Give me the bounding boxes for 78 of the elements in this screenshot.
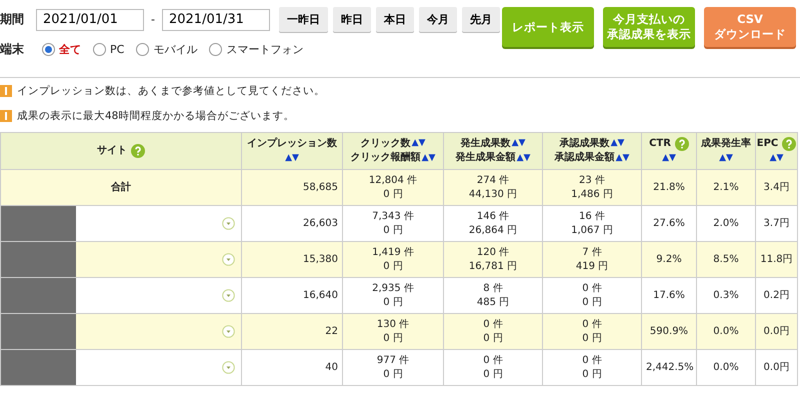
table-cell: 58,685 <box>242 170 342 206</box>
date-preset-button[interactable]: 本日 <box>376 7 414 32</box>
sort-arrows[interactable]: ▲▼ <box>516 152 530 165</box>
total-label: 合計 <box>0 170 242 206</box>
start-date-field[interactable]: 2021/01/01 <box>36 8 144 30</box>
radio-button[interactable] <box>136 43 150 56</box>
sort-arrows[interactable]: ▲▼ <box>422 152 436 165</box>
header-label: クリック報酬額 <box>350 151 421 165</box>
date-preset-button[interactable]: 昨日 <box>332 7 371 32</box>
header-label: 成果発生率 <box>701 137 751 152</box>
header-label: サイト <box>97 144 127 158</box>
radio-button[interactable] <box>42 43 55 56</box>
header-label: 発生成果金額 <box>456 151 516 165</box>
table-cell: 40 <box>242 350 342 386</box>
device-label: 端末 <box>0 41 25 58</box>
table-cell: 0.0円 <box>756 350 798 386</box>
header-label: CTR <box>649 137 671 152</box>
date-preset-button[interactable]: 一昨日 <box>278 7 328 32</box>
table-cell: 21.8% <box>642 170 696 206</box>
table-cell: 15,380 <box>242 242 342 278</box>
header-label: 承認成果数 <box>560 136 610 150</box>
table-cell: 274 件 44,130 円 <box>444 170 542 206</box>
table-cell: 8.5% <box>696 242 756 278</box>
dropdown-icon[interactable] <box>222 253 235 266</box>
sort-arrows[interactable]: ▲▼ <box>770 152 784 165</box>
sort-arrows[interactable]: ▲▼ <box>610 137 624 150</box>
dropdown-icon[interactable] <box>222 361 235 374</box>
header-label: EPC <box>756 137 778 152</box>
sort-arrows[interactable]: ▲▼ <box>719 152 733 165</box>
table-cell: 2.1% <box>696 170 756 206</box>
table-cell: 120 件 16,781 円 <box>444 242 542 278</box>
header-label: 発生成果数 <box>460 136 511 150</box>
radio-button[interactable] <box>209 43 222 56</box>
table-cell: 11.8円 <box>756 242 798 278</box>
date-separator: - <box>151 13 155 26</box>
dropdown-icon[interactable] <box>222 325 235 338</box>
sort-arrows[interactable]: ▲▼ <box>512 137 526 150</box>
notice-text: 成果の表示に最大48時間程度かかる場合がございます。 <box>17 108 294 122</box>
radio-label[interactable]: 全て <box>59 42 81 57</box>
sort-arrows[interactable]: ▲▼ <box>616 152 630 165</box>
sort-arrows[interactable]: ▲▼ <box>412 137 426 150</box>
radio-label[interactable]: モバイル <box>153 42 198 57</box>
help-icon[interactable] <box>131 144 145 158</box>
table-cell: 0 件 0 円 <box>444 314 542 350</box>
table-cell: 130 件 0 円 <box>342 314 444 350</box>
help-icon[interactable] <box>782 137 796 152</box>
table-cell: 977 件 0 円 <box>342 350 444 386</box>
dropdown-icon[interactable] <box>222 217 235 230</box>
table-cell: 0 件 0 円 <box>444 350 542 386</box>
help-icon[interactable] <box>674 137 689 152</box>
notice-text: インプレッション数は、あくまで参考値として見てください。 <box>17 84 325 98</box>
table-cell: 0.0円 <box>756 314 798 350</box>
dropdown-icon[interactable] <box>222 289 235 302</box>
header-label: 承認成果金額 <box>554 151 615 165</box>
table-cell: 7 件 419 円 <box>542 242 642 278</box>
table-cell: 12,804 件 0 円 <box>342 170 444 206</box>
end-date-field[interactable]: 2021/01/31 <box>162 8 270 30</box>
table-cell: 2,442.5% <box>642 350 696 386</box>
radio-label[interactable]: PC <box>110 43 124 56</box>
date-preset-button[interactable]: 先月 <box>462 7 500 32</box>
table-cell: 1,419 件 0 円 <box>342 242 444 278</box>
table-cell: 0.0% <box>696 314 756 350</box>
header-label: インプレッション数 <box>247 137 337 152</box>
table-cell: 0 件 0 円 <box>542 314 642 350</box>
table-cell: 23 件 1,486 円 <box>542 170 642 206</box>
sort-arrows[interactable]: ▲▼ <box>285 152 299 165</box>
table-cell: 3.4円 <box>756 170 798 206</box>
period-label: 期間 <box>0 11 25 28</box>
table-cell: 9.2% <box>642 242 696 278</box>
table-cell: 590.9% <box>642 314 696 350</box>
table-cell: 22 <box>242 314 342 350</box>
table-cell: 0 件 0 円 <box>542 350 642 386</box>
table-cell: 0.0% <box>696 350 756 386</box>
radio-label[interactable]: スマートフォン <box>226 42 304 57</box>
sort-arrows[interactable]: ▲▼ <box>662 152 676 165</box>
date-preset-button[interactable]: 今月 <box>418 7 457 32</box>
radio-button[interactable] <box>93 43 106 56</box>
header-label: クリック数 <box>360 136 411 150</box>
